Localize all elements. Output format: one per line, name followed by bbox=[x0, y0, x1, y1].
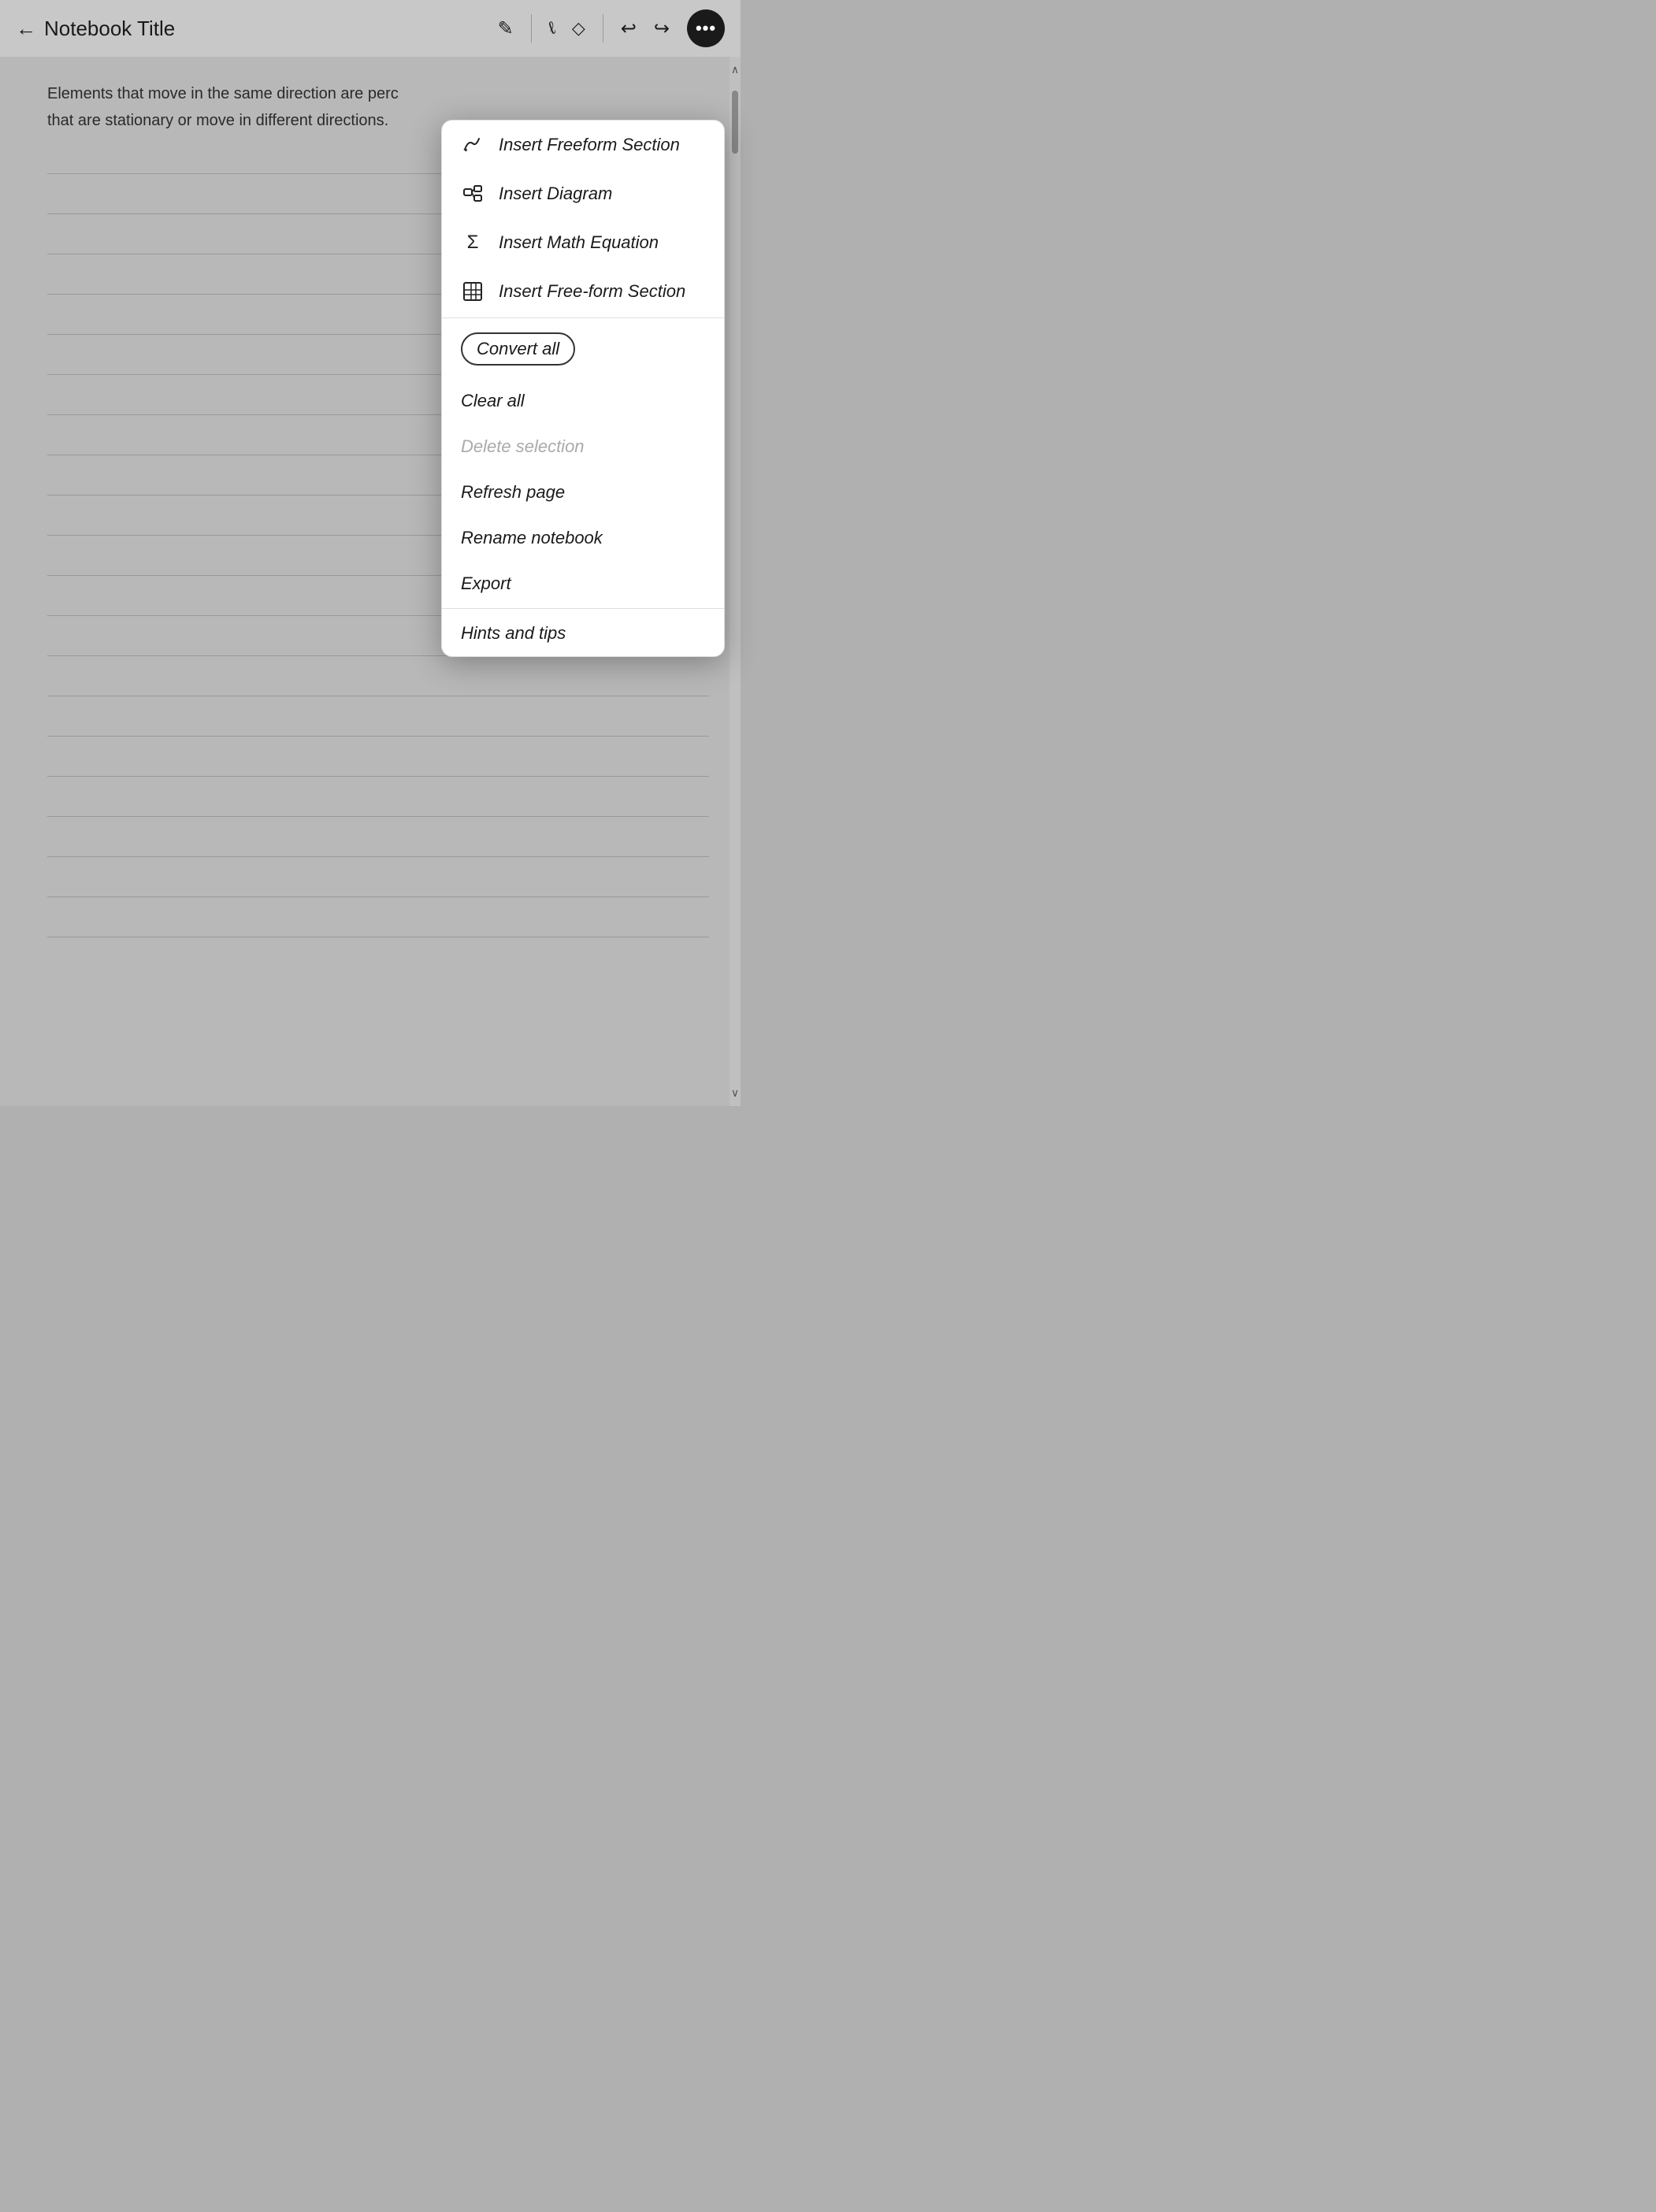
scroll-down-button[interactable]: ∨ bbox=[731, 1086, 739, 1100]
menu-item-insert-freeform[interactable]: Insert Freeform Section bbox=[442, 121, 724, 169]
menu-item-insert-diagram-label: Insert Diagram bbox=[499, 184, 612, 204]
menu-separator-1 bbox=[442, 317, 724, 318]
grid-icon bbox=[461, 280, 485, 303]
scroll-up-button[interactable]: ∧ bbox=[731, 57, 739, 83]
menu-item-rename-notebook-label: Rename notebook bbox=[461, 528, 603, 548]
menu-item-insert-freeform-section[interactable]: Insert Free-form Section bbox=[442, 267, 724, 316]
menu-item-clear-all-label: Clear all bbox=[461, 391, 525, 411]
annotate-icon[interactable]: ✎ bbox=[498, 17, 514, 40]
ruled-line bbox=[47, 776, 709, 777]
ruled-line bbox=[47, 816, 709, 817]
more-dots-icon: ••• bbox=[696, 18, 716, 39]
notebook-title: Notebook Title bbox=[44, 17, 175, 41]
menu-item-insert-freeform-section-label: Insert Free-form Section bbox=[499, 281, 685, 302]
menu-item-refresh-page[interactable]: Refresh page bbox=[442, 469, 724, 515]
header-right: ✎ ℓ ◇ ↩ ↪ ••• bbox=[498, 9, 725, 47]
header-divider-1 bbox=[531, 14, 532, 43]
menu-item-rename-notebook[interactable]: Rename notebook bbox=[442, 515, 724, 561]
scrollbar: ∧ ∨ bbox=[730, 57, 741, 1106]
menu-item-delete-selection-label: Delete selection bbox=[461, 436, 585, 457]
redo-icon[interactable]: ↪ bbox=[654, 17, 670, 40]
freeform-icon bbox=[461, 133, 485, 157]
menu-item-convert-all[interactable]: Convert all bbox=[442, 320, 724, 378]
menu-item-insert-diagram[interactable]: Insert Diagram bbox=[442, 169, 724, 218]
notebook-area: Elements that move in the same direction… bbox=[0, 57, 741, 1106]
header-left: ← Notebook Title bbox=[16, 17, 498, 41]
pen-icon[interactable]: ℓ bbox=[544, 18, 559, 39]
ruled-line bbox=[47, 736, 709, 737]
convert-all-wrapper: Convert all bbox=[461, 332, 575, 366]
menu-item-clear-all[interactable]: Clear all bbox=[442, 378, 724, 424]
menu-item-convert-all-label: Convert all bbox=[477, 339, 559, 358]
scroll-thumb[interactable] bbox=[732, 91, 738, 154]
back-button[interactable]: ← bbox=[16, 17, 36, 41]
ruled-line bbox=[47, 896, 709, 897]
menu-item-insert-math-label: Insert Math Equation bbox=[499, 232, 659, 253]
menu-item-insert-math[interactable]: Σ Insert Math Equation bbox=[442, 218, 724, 267]
menu-item-hints-and-tips[interactable]: Hints and tips bbox=[442, 611, 724, 656]
menu-item-delete-selection[interactable]: Delete selection bbox=[442, 424, 724, 469]
menu-item-hints-and-tips-label: Hints and tips bbox=[461, 623, 566, 644]
menu-item-export[interactable]: Export bbox=[442, 561, 724, 607]
notebook-text-line1: Elements that move in the same direction… bbox=[47, 80, 709, 107]
eraser-icon[interactable]: ◇ bbox=[572, 18, 585, 39]
undo-icon[interactable]: ↩ bbox=[621, 17, 637, 40]
math-icon: Σ bbox=[461, 231, 485, 254]
more-button[interactable]: ••• bbox=[687, 9, 725, 47]
diagram-icon bbox=[461, 182, 485, 206]
menu-separator-2 bbox=[442, 608, 724, 609]
header: ← Notebook Title ✎ ℓ ◇ ↩ ↪ ••• bbox=[0, 0, 741, 57]
dropdown-menu: Insert Freeform Section Insert Diagram Σ… bbox=[441, 120, 725, 657]
menu-item-refresh-page-label: Refresh page bbox=[461, 482, 565, 503]
ruled-line bbox=[47, 856, 709, 857]
menu-item-insert-freeform-label: Insert Freeform Section bbox=[499, 135, 680, 155]
menu-item-export-label: Export bbox=[461, 573, 511, 594]
